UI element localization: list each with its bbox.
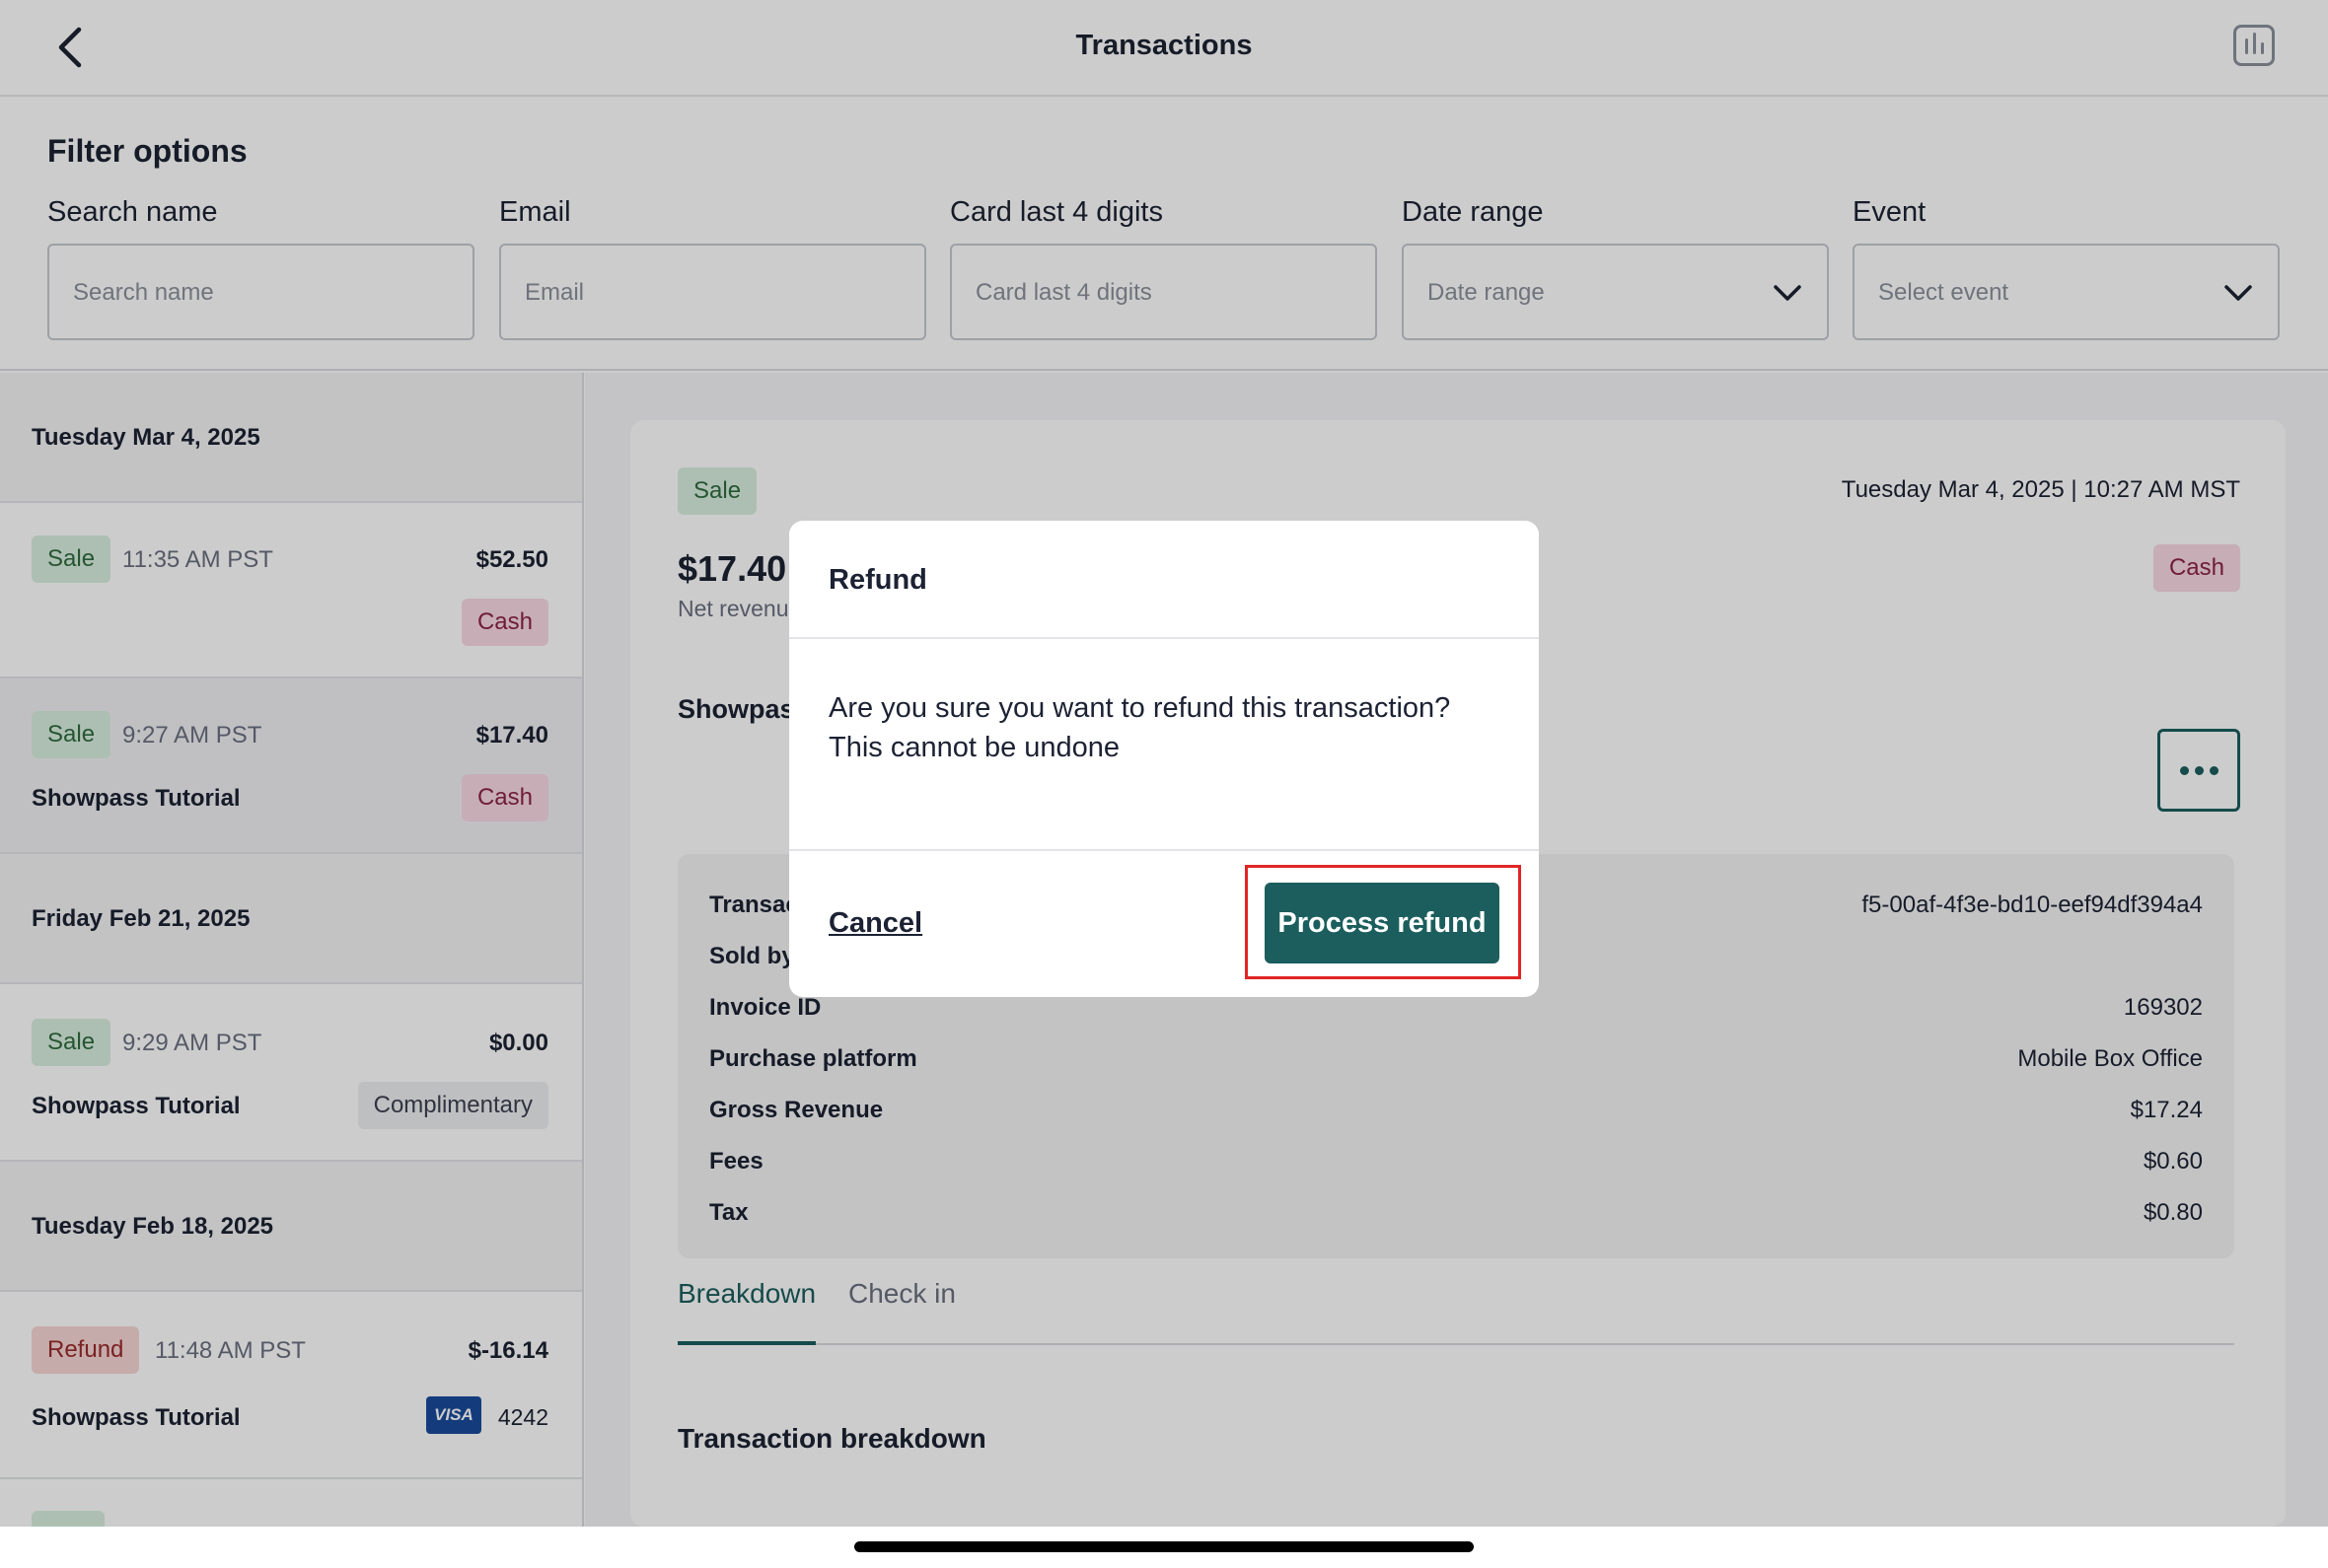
divider [789, 637, 1539, 639]
highlight-box [1245, 865, 1521, 979]
home-indicator [854, 1541, 1474, 1552]
divider [789, 849, 1539, 851]
app-root: Transactions Filter options Search name … [0, 0, 2328, 1568]
cancel-button[interactable]: Cancel [829, 907, 922, 940]
dialog-title: Refund [829, 564, 927, 596]
dialog-message: Are you sure you want to refund this tra… [829, 692, 1451, 763]
